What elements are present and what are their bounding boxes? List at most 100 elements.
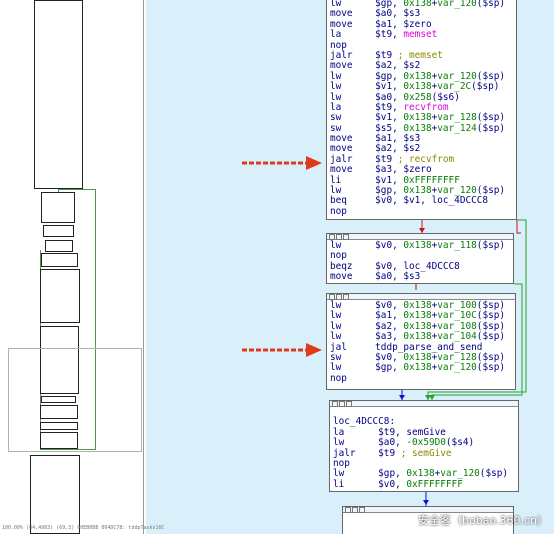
code-token: $gp, (375, 70, 404, 82)
code-block-recvfrom[interactable]: lw $gp, 0x138+var_120($sp) move $a0, $s3 m… (326, 0, 517, 220)
code-token: 0x138 (403, 112, 432, 124)
code-token: var_120 (437, 0, 477, 9)
code-token: la (330, 101, 376, 113)
code-token: nop (333, 457, 350, 469)
code-token: 0x138 (403, 122, 432, 134)
code-line[interactable]: li $v0, 0xFFFFFFFF (330, 478, 518, 490)
overview-node[interactable] (45, 240, 73, 252)
code-token: ($sp) (476, 320, 506, 332)
code-token: $t9 (375, 49, 398, 61)
overview-node[interactable] (34, 0, 83, 189)
code-token: 0x138 (403, 362, 432, 374)
code-token: memset (403, 29, 438, 41)
graph-view[interactable]: lw $gp, 0x138+var_120($sp) move $a0, $s3 m… (146, 0, 554, 534)
overview-node[interactable] (40, 269, 80, 323)
code-block-check[interactable]: lw $v0, 0x138+var_118($sp) nop beqz $v0, l… (326, 233, 514, 284)
code-token: lw (330, 185, 376, 197)
block-header-icon (346, 401, 352, 407)
code-token: $t9 (375, 153, 398, 165)
code-token: $gp, (378, 468, 407, 480)
code-block-lines: lw $gp, 0x138+var_120($sp) move $a0, $s3 m… (327, 0, 516, 217)
code-token: $a0, $s3 (375, 8, 421, 20)
code-token: 0x138 (403, 240, 432, 251)
block-header (330, 401, 518, 407)
code-token: sw (330, 122, 376, 134)
code-token: $t9, (375, 101, 404, 113)
watermark: 安全客（bobao.360.cn） (418, 514, 548, 527)
overview-node[interactable] (41, 192, 75, 223)
code-token: jalr (330, 49, 376, 61)
code-line[interactable]: lw $v0, 0x138+var_118($sp) (327, 240, 513, 251)
code-token: ($sp) (476, 300, 506, 311)
code-token: recvfrom (403, 101, 449, 113)
code-token: 0x138 (403, 331, 432, 343)
code-block-lines: lw $v0, 0x138+var_100($sp) lw $a1, 0x138+… (327, 300, 515, 384)
code-line[interactable]: nop (327, 205, 516, 217)
code-block-lines: loc_4DCCC8: la $t9, semGive lw $a0, -0x59D… (330, 407, 518, 490)
block-header-icon (343, 294, 349, 300)
block-header-icon (345, 507, 351, 513)
code-token: ; recvfrom (397, 153, 455, 165)
code-token: 0x138 (403, 351, 432, 363)
code-token: li (333, 478, 379, 490)
code-token: la (330, 29, 376, 41)
code-line[interactable]: nop (327, 373, 515, 384)
code-line[interactable]: la $t9, memset (327, 29, 516, 41)
code-token: var_100 (437, 300, 477, 311)
code-token: 0x138 (403, 300, 432, 311)
code-line[interactable]: lw $gp, 0x138+var_120($sp) (327, 363, 515, 373)
code-token: $a1, $s3 (375, 133, 421, 145)
code-token: nop (330, 205, 347, 217)
code-token: $a0, $s3 (375, 271, 421, 283)
code-line[interactable]: move $a0, $s3 (327, 271, 513, 283)
code-token: $v0, (375, 300, 404, 311)
code-token: ($sp) (476, 362, 506, 374)
code-line[interactable]: beq $v0, $v1, loc_4DCCC8 (327, 196, 516, 206)
code-token: 0x138 (403, 320, 432, 332)
code-token: move (330, 133, 376, 145)
code-token: lw (330, 91, 376, 103)
code-token: ($sp) (476, 240, 506, 251)
code-token: jalr (330, 153, 376, 165)
code-token: $t9, (375, 29, 404, 41)
code-token: 0x138 (406, 468, 435, 480)
code-token: ($s4) (445, 437, 475, 449)
code-token: var_120 (437, 70, 477, 82)
code-token: $a3, (375, 331, 404, 343)
block-header-icon (336, 234, 342, 240)
code-token: $v1, (375, 112, 404, 124)
code-line[interactable]: jalr $t9 ; semGive (330, 447, 518, 459)
code-token: ($sp) (476, 351, 506, 363)
code-token: ($sp) (476, 185, 506, 197)
code-token: move (330, 143, 376, 155)
code-token: nop (330, 250, 347, 262)
code-token: $a0, (375, 91, 404, 103)
code-token: beqz (330, 260, 376, 272)
code-token: $s5, (375, 122, 404, 134)
code-token: $v0, (375, 351, 404, 363)
code-token: ($sp) (476, 122, 506, 134)
overview-viewport[interactable] (8, 348, 142, 452)
code-token: sw (330, 351, 376, 363)
code-block-semgive[interactable]: loc_4DCCC8: la $t9, semGive lw $a0, -0x59D… (329, 400, 519, 492)
code-block-lines: lw $v0, 0x138+var_118($sp) nop beqz $v0, l… (327, 240, 513, 283)
code-token: 0x138 (403, 310, 432, 322)
code-block-parse[interactable]: lw $v0, 0x138+var_100($sp) lw $a1, 0x138+… (326, 293, 516, 390)
code-token: $t9 (378, 447, 401, 459)
overview-node[interactable] (41, 253, 78, 267)
code-token: ($sp) (476, 331, 506, 343)
code-token: ($sp) (476, 310, 506, 322)
code-token: $gp, (375, 362, 404, 374)
block-header (327, 234, 513, 240)
block-header-icon (332, 401, 338, 407)
code-token: $a2, (375, 320, 404, 332)
overview-node[interactable] (43, 225, 74, 237)
code-token: $a3, $zero (375, 164, 432, 176)
block-header-icon (329, 234, 335, 240)
code-token: 0x138 (403, 81, 432, 93)
code-token: var_128 (437, 351, 477, 363)
code-token: lw (330, 81, 376, 93)
graph-overview-panel[interactable] (0, 0, 144, 534)
code-token: 0xFFFFFFFF (403, 174, 460, 186)
code-token: loc_4DCCC8: (333, 416, 396, 428)
